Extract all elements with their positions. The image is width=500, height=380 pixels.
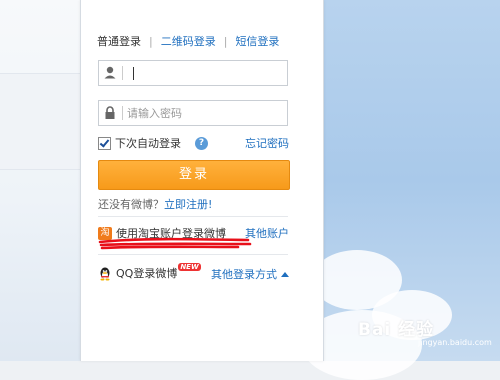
forgot-password-link[interactable]: 忘记密码 [245, 135, 289, 151]
remember-me[interactable]: 下次自动登录 ? [98, 135, 208, 151]
divider [98, 254, 288, 255]
text-cursor [133, 67, 134, 80]
username-field[interactable] [98, 60, 288, 86]
register-prompt: 还没有微博？立即注册! [98, 196, 212, 212]
qq-login-label[interactable]: QQ登录微博 [116, 265, 177, 281]
password-field[interactable] [98, 100, 288, 126]
login-panel: 普通登录 | 二维码登录 | 短信登录 下次自动登录 ? 忘记密码 登录 还没有微博？立… [80, 0, 324, 361]
field-separator [122, 66, 123, 80]
qq-login[interactable]: QQ登录微博 NEW [98, 263, 201, 281]
more-login-methods[interactable]: 其他登录方式 [211, 266, 289, 282]
help-icon[interactable]: ? [195, 136, 208, 150]
divider [98, 216, 288, 217]
baidu-watermark: Bai 经验 [358, 320, 435, 340]
login-button[interactable]: 登录 [98, 160, 290, 190]
new-badge: NEW [178, 263, 201, 271]
field-separator [122, 106, 123, 120]
lock-icon [105, 106, 115, 119]
register-link[interactable]: 立即注册! [164, 198, 212, 211]
qq-penguin-icon [100, 267, 110, 280]
tab-sms-login[interactable]: 短信登录 [235, 35, 279, 48]
watermark-url: jingyan.baidu.com [418, 338, 492, 347]
login-tabs: 普通登录 | 二维码登录 | 短信登录 [97, 33, 279, 49]
register-text: 还没有微博？ [98, 198, 164, 211]
username-input[interactable] [127, 61, 282, 85]
remember-checkbox[interactable] [98, 136, 111, 150]
background-band [0, 73, 80, 170]
user-icon [104, 66, 116, 79]
password-input[interactable] [127, 101, 282, 125]
tab-separator: | [149, 35, 153, 48]
tab-normal-login[interactable]: 普通登录 [97, 35, 141, 48]
caret-up-icon [281, 272, 289, 277]
tab-separator: | [223, 35, 228, 48]
more-login-label: 其他登录方式 [211, 268, 277, 281]
remember-label: 下次自动登录 [115, 137, 181, 150]
page-background-sky [302, 0, 500, 380]
tab-qrcode-login[interactable]: 二维码登录 [161, 35, 216, 48]
red-underline-mark [98, 237, 252, 250]
page-background-left [0, 0, 80, 361]
